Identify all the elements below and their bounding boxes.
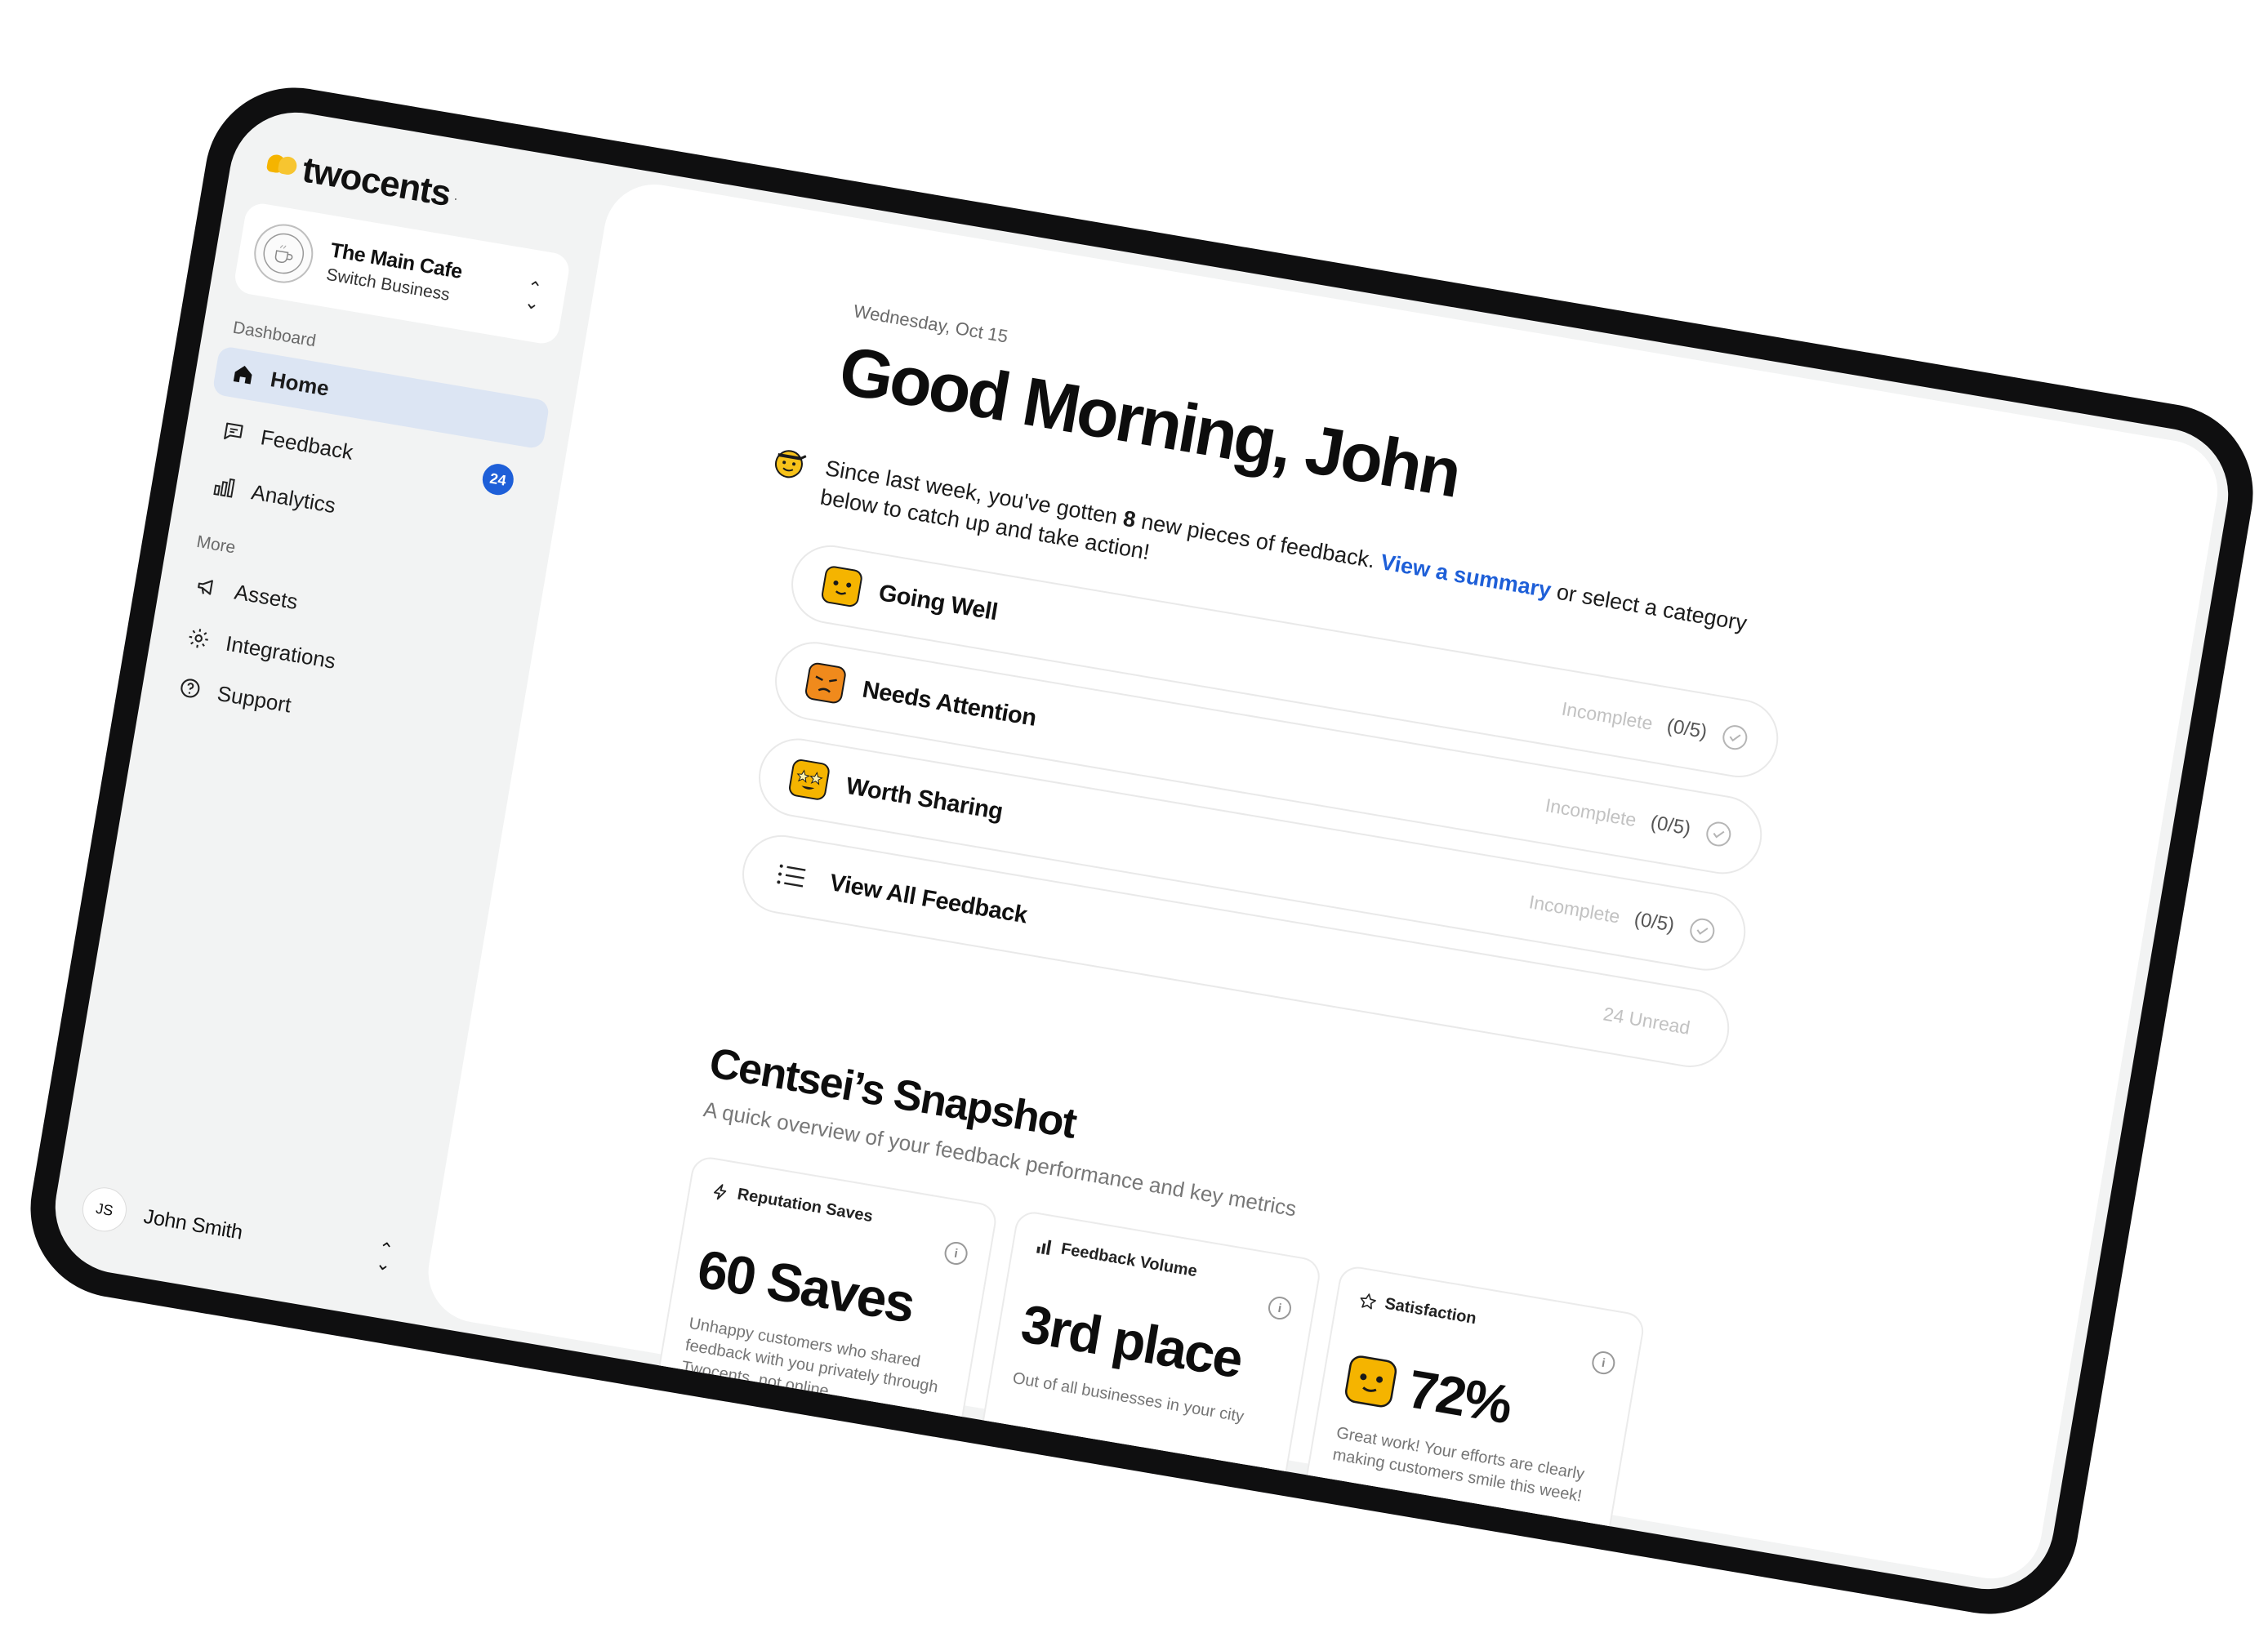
category-status: Incomplete <box>1560 697 1655 734</box>
upset-face-icon <box>805 662 846 704</box>
category-status: Incomplete <box>1544 794 1638 830</box>
card-header: Feedback Volume <box>1034 1235 1199 1281</box>
unread-count: 24 Unread <box>1602 1002 1692 1039</box>
business-logo <box>249 220 318 288</box>
card-title: Satisfaction <box>1383 1294 1478 1328</box>
tablet-screen: twocents. The Main Cafe Switch Business … <box>45 102 2239 1600</box>
satisfaction-card: Satisfaction i 72% Great work! Your effo… <box>1302 1263 1646 1552</box>
business-switcher[interactable]: The Main Cafe Switch Business ⌃ ⌄ <box>232 201 572 346</box>
card-value: 72% <box>1403 1358 1516 1435</box>
feedback-count-badge: 24 <box>479 461 516 498</box>
list-icon <box>777 864 806 888</box>
check-circle-icon <box>1722 725 1748 750</box>
gear-icon <box>184 623 214 653</box>
stage: twocents. The Main Cafe Switch Business … <box>0 0 2268 1651</box>
star-outline-icon <box>1360 1293 1377 1310</box>
user-menu[interactable]: JS John Smith ⌃ ⌄ <box>70 1177 410 1288</box>
sidebar-item-label: Analytics <box>249 478 338 518</box>
card-description: Great work! Your efforts are clearly mak… <box>1331 1423 1586 1506</box>
card-title: Feedback Volume <box>1059 1239 1199 1281</box>
chat-bubble-icon <box>218 417 248 447</box>
category-progress: (0/5) <box>1664 714 1709 744</box>
nav-heading-more: More <box>195 532 238 558</box>
category-status: Incomplete <box>1527 890 1622 928</box>
sidebar-item-label: Home <box>269 366 332 401</box>
tablet-device: twocents. The Main Cafe Switch Business … <box>16 73 2267 1628</box>
view-summary-link[interactable]: View a summary <box>1379 550 1553 603</box>
card-title: Reputation Saves <box>736 1185 875 1226</box>
main-panel: Wednesday, Oct 15 Good Morning, John Sin… <box>421 176 2226 1586</box>
reputation-saves-card: Reputation Saves i 60 Saves Unhappy cust… <box>654 1154 1000 1443</box>
user-name: John Smith <box>142 1204 245 1244</box>
sidebar-item-label: Assets <box>233 579 300 614</box>
check-circle-icon <box>1690 918 1715 943</box>
card-header: Reputation Saves <box>710 1181 874 1226</box>
nav-heading-dashboard: Dashboard <box>231 318 318 351</box>
star-eyes-face-icon <box>788 759 830 800</box>
happy-face-icon <box>822 566 862 607</box>
info-icon[interactable]: i <box>1266 1294 1294 1322</box>
check-circle-icon <box>1706 821 1731 847</box>
lightning-icon <box>714 1183 727 1199</box>
business-text: The Main Cafe Switch Business <box>325 238 521 316</box>
intro-text-middle: new pieces of feedback. <box>1133 508 1384 574</box>
category-progress: (0/5) <box>1632 907 1677 937</box>
home-icon <box>228 359 258 389</box>
happy-face-icon <box>1345 1355 1397 1408</box>
info-icon[interactable]: i <box>942 1239 969 1267</box>
help-circle-icon <box>175 673 205 703</box>
info-icon[interactable]: i <box>1590 1349 1617 1377</box>
satisfaction-value: 72% <box>1341 1346 1516 1435</box>
mascot-face-icon <box>774 450 807 478</box>
brand-mark-dot: . <box>453 189 459 203</box>
brand-logo[interactable]: twocents. <box>264 144 461 216</box>
avatar: JS <box>78 1184 131 1235</box>
sidebar-item-label: Feedback <box>259 424 355 465</box>
signal-bars-icon <box>1036 1239 1052 1255</box>
chevron-up-down-icon[interactable]: ⌃ ⌄ <box>515 277 551 314</box>
speech-bubbles-icon <box>265 153 300 180</box>
card-header: Satisfaction <box>1357 1290 1477 1328</box>
category-progress: (0/5) <box>1648 811 1693 840</box>
megaphone-icon <box>192 572 222 602</box>
feedback-volume-card: Feedback Volume i 3rd place Out of all b… <box>978 1208 1323 1497</box>
card-description: Unhappy customers who shared feedback wi… <box>680 1314 940 1402</box>
sidebar-item-label: Support <box>215 680 293 718</box>
bar-chart-icon <box>209 472 239 502</box>
cafe-logo-icon <box>263 233 305 274</box>
sidebar-item-label: Integrations <box>224 630 338 674</box>
brand-name: twocents <box>299 149 454 215</box>
